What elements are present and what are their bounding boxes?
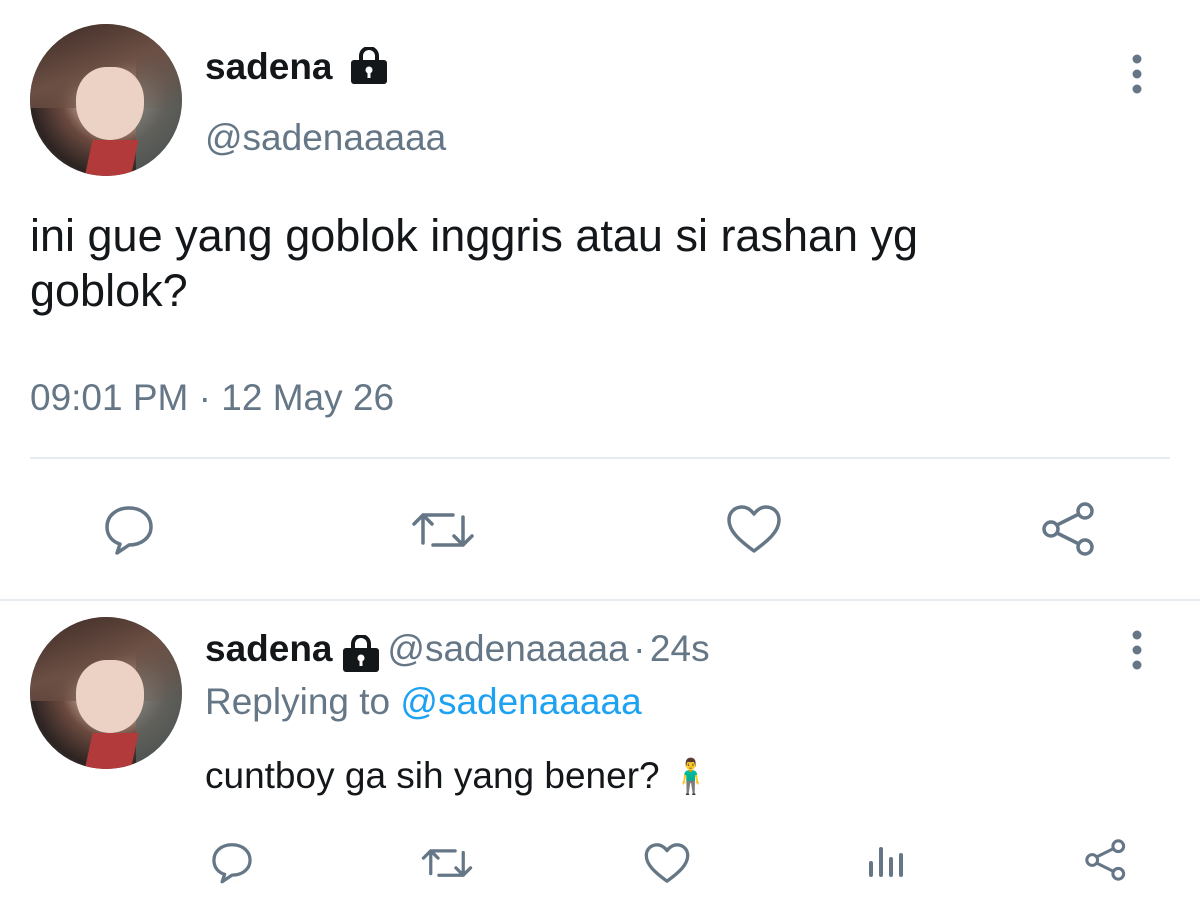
tweet-separator: [0, 599, 1200, 601]
tweet-date: 12 May 26: [221, 377, 395, 418]
like-icon[interactable]: [643, 841, 691, 885]
retweet-icon[interactable]: [411, 505, 475, 555]
reply-separator: ·: [633, 628, 646, 669]
lock-icon: [350, 47, 387, 85]
reply-text-content: cuntboy ga sih yang bener?: [205, 755, 660, 796]
tweet-timestamp[interactable]: 09:01 PM · 12 May 26: [30, 377, 394, 419]
divider: [30, 457, 1170, 459]
reply-header: sadena @sadenaaaaa · 24s: [205, 628, 710, 673]
meta-separator: ·: [198, 377, 211, 418]
handle[interactable]: @sadenaaaaa: [205, 117, 446, 159]
reply-text: cuntboy ga sih yang bener? 🧍‍♂️: [205, 755, 712, 797]
tweet-time: 09:01 PM: [30, 377, 189, 418]
replying-to-link[interactable]: @sadenaaaaa: [400, 681, 641, 722]
reply-icon[interactable]: [209, 839, 255, 885]
analytics-icon[interactable]: [866, 841, 906, 881]
display-name-text: sadena: [205, 46, 333, 87]
share-icon[interactable]: [1083, 837, 1129, 883]
reply-avatar[interactable]: [30, 617, 182, 769]
more-options-icon[interactable]: [1127, 628, 1147, 672]
tweet-text: ini gue yang goblok inggris atau si rash…: [30, 208, 1180, 318]
reply-handle[interactable]: @sadenaaaaa: [387, 628, 628, 669]
more-options-icon[interactable]: [1127, 52, 1147, 96]
share-icon[interactable]: [1039, 499, 1099, 559]
reply-icon[interactable]: [101, 501, 157, 557]
person-standing-emoji: 🧍‍♂️: [669, 758, 713, 796]
display-name[interactable]: sadena: [205, 46, 391, 88]
retweet-icon[interactable]: [421, 842, 473, 884]
replying-to: Replying to @sadenaaaaa: [205, 681, 642, 723]
tweet-text-line-1: ini gue yang goblok inggris atau si rash…: [30, 210, 919, 261]
tweet-text-line-2: goblok?: [30, 265, 188, 316]
reply-age: 24s: [649, 628, 710, 669]
reply-display-name[interactable]: sadena: [205, 628, 333, 669]
replying-to-prefix: Replying to: [205, 681, 391, 722]
lock-icon: [342, 634, 379, 672]
avatar[interactable]: [30, 24, 182, 176]
like-icon[interactable]: [725, 503, 783, 555]
